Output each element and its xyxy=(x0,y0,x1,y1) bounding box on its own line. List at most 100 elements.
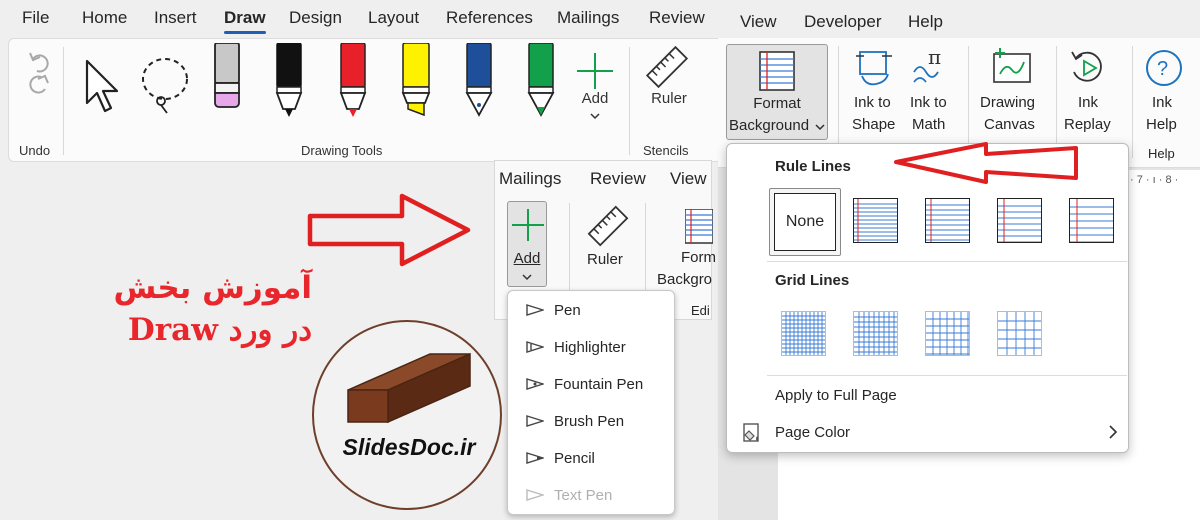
undo-redo-icon[interactable] xyxy=(25,45,53,101)
menu-item-highlighter[interactable]: Highlighter xyxy=(508,329,674,365)
ruler-button[interactable]: Ruler xyxy=(647,90,691,107)
menu-label: Pencil xyxy=(554,449,595,467)
tab-help[interactable]: Help xyxy=(908,12,943,32)
tab-draw[interactable]: Draw xyxy=(224,8,266,34)
help-icon[interactable]: ? xyxy=(1144,48,1184,88)
mini-format-label-1: Form xyxy=(681,249,716,266)
chevron-down-icon xyxy=(590,113,600,120)
eraser-icon[interactable] xyxy=(209,43,245,115)
rule-lines-college-option[interactable] xyxy=(925,198,970,243)
tab-developer[interactable]: Developer xyxy=(804,12,882,32)
section-divider xyxy=(767,375,1127,376)
mini-add-label: Add xyxy=(513,250,541,267)
ink-replay-label-1: Ink xyxy=(1078,94,1099,111)
mini-tab-review[interactable]: Review xyxy=(590,169,646,189)
standard-rule-lines-icon xyxy=(998,199,1041,242)
grid-lines-very-large-option[interactable] xyxy=(997,311,1042,356)
menu-label: Fountain Pen xyxy=(554,375,644,393)
grid-lines-small-option[interactable] xyxy=(781,311,826,356)
drawing-canvas-label-2: Canvas xyxy=(984,116,1035,133)
svg-text:π: π xyxy=(928,46,941,69)
add-pen-icon[interactable] xyxy=(575,51,615,91)
pen-icon xyxy=(526,304,544,316)
chevron-down-icon xyxy=(522,274,532,281)
help-group-label: Help xyxy=(1148,146,1175,161)
tab-mailings[interactable]: Mailings xyxy=(557,8,619,28)
add-pen-button[interactable]: Add xyxy=(575,90,615,107)
very-large-grid-icon xyxy=(998,312,1041,355)
medium-grid-icon xyxy=(854,312,897,355)
fountain-pen-icon xyxy=(526,378,544,390)
blue-fountain-pen-icon[interactable] xyxy=(461,43,497,119)
red-pen-icon[interactable] xyxy=(335,43,371,119)
tab-review[interactable]: Review xyxy=(649,8,705,28)
tab-design[interactable]: Design xyxy=(289,8,342,28)
menu-item-fountain-pen[interactable]: Fountain Pen xyxy=(508,366,674,402)
undo-group-label: Undo xyxy=(19,143,51,158)
ink-to-shape-label-2: Shape xyxy=(852,116,896,133)
small-grid-icon xyxy=(782,312,825,355)
ruler-icon[interactable] xyxy=(645,45,689,89)
tab-file[interactable]: File xyxy=(22,8,49,28)
tab-references[interactable]: References xyxy=(446,8,533,28)
group-divider xyxy=(838,46,839,158)
slidesdoc-logo: SlidesDoc.ir xyxy=(312,320,502,510)
mini-ruler-label[interactable]: Ruler xyxy=(587,251,623,268)
horizontal-ruler: · 7 · ı · 8 · xyxy=(1128,170,1200,192)
drawing-canvas-icon[interactable] xyxy=(990,46,1034,86)
tab-home[interactable]: Home xyxy=(82,8,127,28)
ink-to-math-label-2: Math xyxy=(912,116,946,133)
red-arrow-right-icon xyxy=(307,193,471,267)
yellow-highlighter-icon[interactable] xyxy=(397,43,435,119)
mini-tab-view[interactable]: View xyxy=(670,169,707,189)
group-divider xyxy=(629,47,630,155)
mini-tab-mailings[interactable]: Mailings xyxy=(499,169,561,189)
wide-rule-lines-icon xyxy=(1070,199,1113,242)
format-background-icon xyxy=(759,51,795,91)
tab-view[interactable]: View xyxy=(740,12,777,32)
persian-title-line1: آموزش بخش xyxy=(113,270,312,306)
ink-to-math-icon[interactable]: π xyxy=(910,46,952,88)
narrow-rule-lines-icon xyxy=(854,199,897,242)
tab-insert[interactable]: Insert xyxy=(154,8,197,28)
menu-item-pencil[interactable]: Pencil xyxy=(508,440,674,476)
menu-item-text-pen: Text Pen xyxy=(508,477,674,513)
apply-to-full-page-option[interactable]: Apply to Full Page xyxy=(775,387,897,404)
select-cursor-icon[interactable] xyxy=(83,57,123,117)
section-divider xyxy=(767,261,1127,262)
pencil-icon xyxy=(526,452,544,464)
red-arrow-left-icon xyxy=(894,142,1078,184)
menu-item-pen[interactable]: Pen xyxy=(508,292,674,328)
lasso-select-icon[interactable] xyxy=(137,55,193,115)
black-pen-icon[interactable] xyxy=(271,43,307,119)
format-background-button[interactable]: Format Background xyxy=(726,44,828,140)
ink-help-label-1: Ink xyxy=(1152,94,1173,111)
format-background-icon[interactable] xyxy=(685,209,713,245)
ink-to-shape-icon[interactable] xyxy=(854,48,894,88)
drawing-tools-group-label: Drawing Tools xyxy=(301,143,383,158)
rule-lines-wide-option[interactable] xyxy=(1069,198,1114,243)
rule-lines-none-option[interactable]: None xyxy=(769,188,841,256)
tab-layout[interactable]: Layout xyxy=(368,8,419,28)
mini-add-button[interactable]: Add xyxy=(507,201,547,287)
rule-lines-narrow-option[interactable] xyxy=(853,198,898,243)
none-label: None xyxy=(774,193,836,251)
ink-replay-label-2: Replay xyxy=(1064,116,1111,133)
rule-lines-standard-option[interactable] xyxy=(997,198,1042,243)
page-color-icon xyxy=(743,423,759,442)
menu-item-brush-pen[interactable]: Brush Pen xyxy=(508,403,674,439)
grid-lines-medium-option[interactable] xyxy=(853,311,898,356)
right-tab-bar: View Developer Help xyxy=(718,0,1200,38)
menu-label: Text Pen xyxy=(554,486,613,504)
stencils-group-label: Stencils xyxy=(643,143,689,158)
green-pencil-icon[interactable] xyxy=(523,43,559,119)
ink-replay-icon[interactable] xyxy=(1068,48,1108,88)
rule-lines-heading: Rule Lines xyxy=(775,158,851,175)
ruler-icon[interactable] xyxy=(587,205,629,247)
page-color-option[interactable]: Page Color xyxy=(775,424,850,441)
persian-title-line2: در ورد Draw xyxy=(127,312,312,348)
grid-lines-heading: Grid Lines xyxy=(775,272,850,289)
grid-lines-large-option[interactable] xyxy=(925,311,970,356)
logo-text: SlidesDoc.ir xyxy=(342,434,476,460)
chevron-right-icon xyxy=(1109,425,1118,439)
